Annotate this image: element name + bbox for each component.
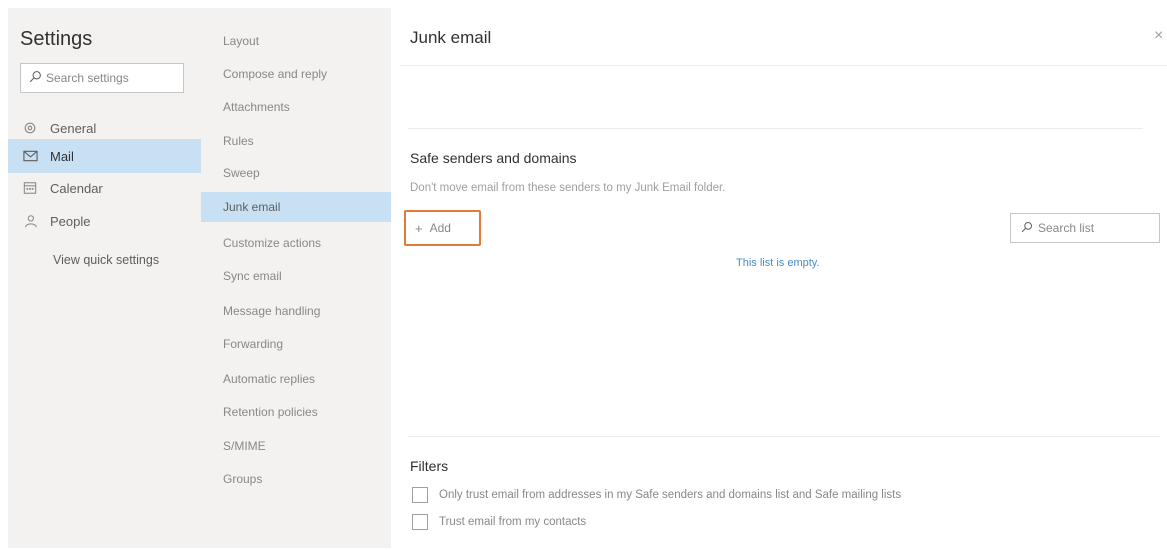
nav-item-label: Calendar xyxy=(50,180,103,196)
nav-item-label: General xyxy=(50,120,97,136)
safe-senders-heading: Safe senders and domains xyxy=(410,150,577,166)
empty-list-message: This list is empty. xyxy=(736,257,820,269)
submenu-item-customize-actions[interactable]: Customize actions xyxy=(201,228,391,258)
view-quick-settings-link[interactable]: View quick settings xyxy=(53,253,159,267)
submenu-item-smime[interactable]: S/MIME xyxy=(201,431,391,461)
divider xyxy=(408,436,1160,437)
submenu-item-attachments[interactable]: Attachments xyxy=(201,92,391,122)
settings-pane: Settings General Mail Calendar People Vi… xyxy=(8,8,201,548)
safe-senders-only-checkbox[interactable] xyxy=(412,487,428,503)
submenu-item-forwarding[interactable]: Forwarding xyxy=(201,329,391,359)
mail-submenu-pane: Layout Compose and reply Attachments Rul… xyxy=(201,8,391,548)
mail-icon xyxy=(22,148,38,164)
submenu-item-message-handling[interactable]: Message handling xyxy=(201,296,391,326)
search-icon xyxy=(1021,221,1033,236)
submenu-item-sweep[interactable]: Sweep xyxy=(201,158,391,188)
page-title: Junk email xyxy=(410,28,492,47)
submenu-item-sync-email[interactable]: Sync email xyxy=(201,261,391,291)
filter-option-trust-contacts: Trust email from my contacts xyxy=(412,514,586,530)
submenu-item-rules[interactable]: Rules xyxy=(201,126,391,156)
submenu-item-groups[interactable]: Groups xyxy=(201,464,391,494)
submenu-item-junk-email[interactable]: Junk email xyxy=(201,192,391,222)
nav-item-people[interactable]: People xyxy=(8,204,201,238)
gear-icon xyxy=(22,120,38,136)
trust-contacts-checkbox[interactable] xyxy=(412,514,428,530)
calendar-icon xyxy=(22,180,38,196)
search-settings-box[interactable] xyxy=(20,63,184,93)
add-button-label: Add xyxy=(429,221,451,235)
settings-title: Settings xyxy=(20,28,93,50)
people-icon xyxy=(22,213,38,229)
submenu-item-layout[interactable]: Layout xyxy=(201,26,391,56)
filter-option-label: Trust email from my contacts xyxy=(439,516,587,528)
submenu-item-automatic-replies[interactable]: Automatic replies xyxy=(201,364,391,394)
plus-icon: + xyxy=(415,220,423,236)
search-list-box[interactable] xyxy=(1010,213,1160,243)
divider xyxy=(408,128,1143,129)
close-icon[interactable]: × xyxy=(1154,27,1163,45)
filters-heading: Filters xyxy=(410,458,449,474)
nav-item-calendar[interactable]: Calendar xyxy=(8,171,201,205)
nav-item-label: Mail xyxy=(50,148,74,164)
nav-item-label: People xyxy=(50,213,91,229)
nav-item-mail[interactable]: Mail xyxy=(8,139,201,173)
divider xyxy=(400,65,1167,66)
search-settings-input[interactable] xyxy=(46,71,176,85)
search-list-input[interactable] xyxy=(1038,221,1148,235)
filter-option-safe-senders-only: Only trust email from addresses in my Sa… xyxy=(412,487,901,503)
submenu-item-retention-policies[interactable]: Retention policies xyxy=(201,397,391,427)
add-safe-sender-button[interactable]: + Add xyxy=(404,210,481,246)
submenu-item-compose-and-reply[interactable]: Compose and reply xyxy=(201,59,391,89)
search-icon xyxy=(29,70,42,86)
safe-senders-description: Don't move email from these senders to m… xyxy=(410,182,726,194)
filter-option-label: Only trust email from addresses in my Sa… xyxy=(439,489,902,501)
